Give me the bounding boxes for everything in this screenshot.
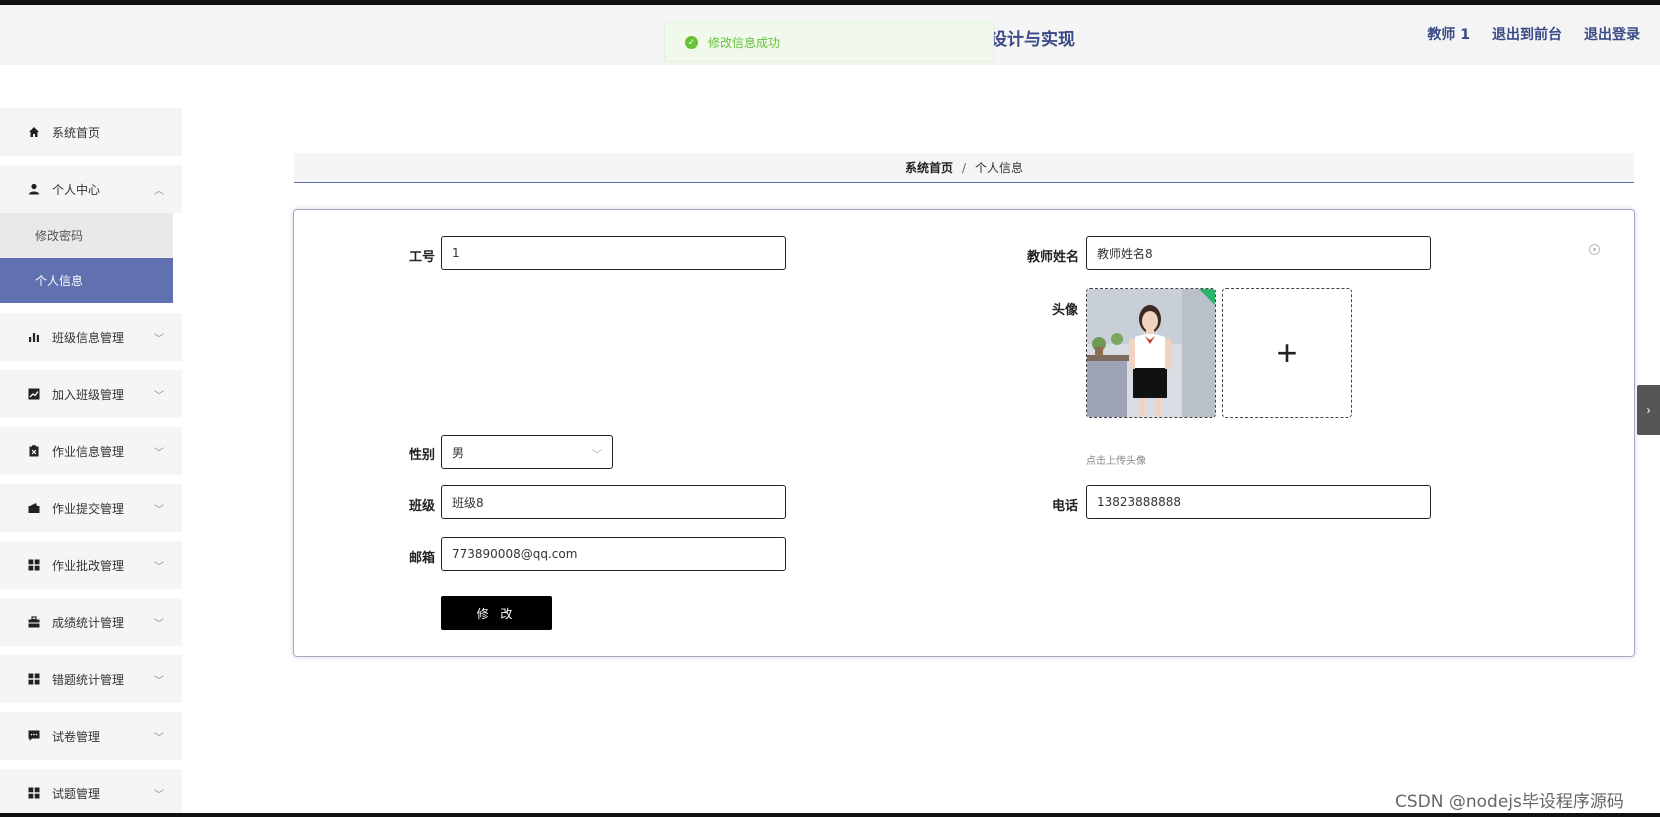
chevron-down-icon: ﹀ bbox=[154, 790, 164, 801]
wallet-icon bbox=[28, 502, 40, 514]
clipboard-icon bbox=[28, 445, 40, 457]
sidebar-item-homework-grading[interactable]: 作业批改管理 ﹀ bbox=[0, 541, 182, 589]
breadcrumb-current: 个人信息 bbox=[975, 161, 1024, 175]
success-toast: ✓ 修改信息成功 bbox=[664, 22, 994, 62]
sidebar-item-label: 系统首页 bbox=[52, 125, 101, 140]
user-icon bbox=[28, 183, 40, 195]
sidebar-item-homework-info[interactable]: 作业信息管理 ﹀ bbox=[0, 427, 182, 475]
target-icon bbox=[1589, 244, 1600, 255]
sidebar-subitem-change-password[interactable]: 修改密码 bbox=[0, 213, 173, 258]
class-label: 班级 bbox=[409, 499, 436, 514]
grid-icon bbox=[28, 559, 40, 571]
sidebar-item-home[interactable]: 系统首页 bbox=[0, 108, 182, 156]
header-nav: 教师 1 退出到前台 退出登录 bbox=[1427, 24, 1640, 44]
sidebar-item-join-class[interactable]: 加入班级管理 ﹀ bbox=[0, 370, 182, 418]
sidebar-item-label: 成绩统计管理 bbox=[52, 615, 125, 630]
gender-selected-value: 男 bbox=[452, 445, 465, 460]
line-chart-icon bbox=[28, 388, 40, 400]
gender-label: 性别 bbox=[409, 448, 436, 463]
user-role-link[interactable]: 教师 1 bbox=[1427, 24, 1470, 44]
chevron-down-icon: ﹀ bbox=[154, 448, 164, 459]
chevron-right-icon[interactable]: › bbox=[1637, 385, 1660, 435]
submit-button[interactable]: 修 改 bbox=[441, 596, 552, 630]
plus-icon: + bbox=[1276, 332, 1298, 373]
logout-link[interactable]: 退出登录 bbox=[1584, 24, 1640, 44]
avatar-label: 头像 bbox=[1052, 303, 1079, 318]
employee-id-label: 工号 bbox=[409, 250, 436, 265]
avatar-image[interactable] bbox=[1086, 288, 1216, 418]
sidebar-item-label: 试题管理 bbox=[52, 786, 101, 801]
sidebar-item-label: 错题统计管理 bbox=[52, 672, 125, 687]
success-check-icon: ✓ bbox=[685, 35, 698, 49]
back-to-frontend-link[interactable]: 退出到前台 bbox=[1492, 24, 1562, 44]
sidebar-item-class-info[interactable]: 班级信息管理 ﹀ bbox=[0, 313, 182, 361]
sidebar-item-homework-submit[interactable]: 作业提交管理 ﹀ bbox=[0, 484, 182, 532]
chevron-down-icon: ﹀ bbox=[154, 676, 164, 687]
home-icon bbox=[28, 126, 40, 138]
chevron-down-icon: ﹀ bbox=[154, 619, 164, 630]
sidebar-item-label: 试卷管理 bbox=[52, 729, 101, 744]
personal-info-form: 工号 1 教师姓名 教师姓名8 头像 + 点击上传头像 性别 男 ﹀ 班级 班级… bbox=[293, 209, 1635, 657]
phone-field[interactable]: 13823888888 bbox=[1086, 485, 1431, 519]
sidebar-subitem-personal-info[interactable]: 个人信息 bbox=[0, 258, 173, 303]
chevron-down-icon: ﹀ bbox=[154, 391, 164, 402]
breadcrumb-separator: / bbox=[961, 160, 967, 175]
teacher-name-label: 教师姓名 bbox=[1027, 250, 1080, 265]
chevron-down-icon: ﹀ bbox=[592, 450, 602, 461]
sidebar-item-questions[interactable]: 试题管理 ﹀ bbox=[0, 769, 182, 817]
email-field[interactable]: 773890008@qq.com bbox=[441, 537, 786, 571]
sidebar-item-personal-center[interactable]: 个人中心 ︿ bbox=[0, 165, 182, 213]
sidebar-item-label: 作业信息管理 bbox=[52, 444, 125, 459]
sidebar-item-label: 个人中心 bbox=[52, 182, 101, 197]
watermark-text: CSDN @nodejs毕设程序源码 bbox=[1395, 792, 1624, 812]
employee-id-field[interactable]: 1 bbox=[441, 236, 786, 270]
phone-label: 电话 bbox=[1052, 499, 1079, 514]
grid-icon bbox=[28, 787, 40, 799]
sidebar-item-exam-papers[interactable]: 试卷管理 ﹀ bbox=[0, 712, 182, 760]
chevron-down-icon: ﹀ bbox=[154, 505, 164, 516]
sidebar-item-label: 加入班级管理 bbox=[52, 387, 125, 402]
avatar-upload-hint: 点击上传头像 bbox=[1086, 456, 1146, 467]
teacher-name-field[interactable]: 教师姓名8 bbox=[1086, 236, 1431, 270]
sidebar-item-label: 班级信息管理 bbox=[52, 330, 125, 345]
sidebar-item-label: 作业批改管理 bbox=[52, 558, 125, 573]
briefcase-icon bbox=[28, 616, 40, 628]
breadcrumb: 系统首页 / 个人信息 bbox=[294, 153, 1634, 183]
grid-icon bbox=[28, 673, 40, 685]
toast-message: 修改信息成功 bbox=[708, 35, 781, 50]
gender-select[interactable]: 男 ﹀ bbox=[441, 435, 613, 469]
screen-frame-bottom bbox=[0, 813, 1660, 817]
message-icon bbox=[28, 730, 40, 742]
chevron-up-icon: ︿ bbox=[154, 186, 164, 197]
chevron-down-icon: ﹀ bbox=[154, 562, 164, 573]
sidebar-item-wrong-questions[interactable]: 错题统计管理 ﹀ bbox=[0, 655, 182, 703]
personal-center-submenu: 修改密码 个人信息 bbox=[0, 213, 182, 303]
sidebar-item-score-stats[interactable]: 成绩统计管理 ﹀ bbox=[0, 598, 182, 646]
chevron-down-icon: ﹀ bbox=[154, 733, 164, 744]
sidebar-menu: 系统首页 个人中心 ︿ 修改密码 个人信息 班级信息管理 ﹀ 加入班级管理 ﹀ … bbox=[0, 108, 182, 817]
class-field[interactable]: 班级8 bbox=[441, 485, 786, 519]
bar-chart-icon bbox=[28, 331, 40, 343]
chevron-down-icon: ﹀ bbox=[154, 334, 164, 345]
email-label: 邮箱 bbox=[409, 551, 436, 566]
avatar-upload-button[interactable]: + bbox=[1222, 288, 1352, 418]
sidebar-item-label: 作业提交管理 bbox=[52, 501, 125, 516]
breadcrumb-home-link[interactable]: 系统首页 bbox=[905, 159, 953, 176]
site-title: 设计与实现 bbox=[990, 30, 1075, 50]
